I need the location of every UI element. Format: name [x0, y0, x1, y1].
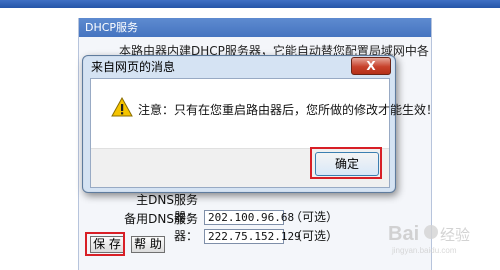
close-button[interactable]: X: [351, 57, 391, 75]
panel-title: DHCP服务: [79, 18, 431, 37]
save-highlight-box: [85, 232, 125, 256]
baidu-watermark: Bai 经验 jingyan.baidu.com: [386, 218, 498, 258]
help-button[interactable]: 帮 助: [131, 236, 165, 253]
svg-text:Bai: Bai: [388, 223, 419, 245]
dialog-message: 注意：只有在您重启路由器后，您所做的修改才能生效！: [138, 103, 439, 117]
secondary-dns-optional: （可选）: [290, 229, 339, 243]
dialog-title: 来自网页的消息: [91, 60, 176, 74]
svg-text:jingyan.baidu.com: jingyan.baidu.com: [391, 246, 457, 255]
svg-text:经验: 经验: [440, 227, 470, 244]
top-blue-bar: [0, 0, 500, 8]
message-dialog: 来自网页的消息 X 注意：只有在您重启路由器后，您所做的修改才能生效！ 确定: [82, 55, 438, 193]
ok-highlight-box: [310, 147, 382, 179]
warning-icon: [111, 96, 133, 120]
secondary-dns-input[interactable]: 222.75.152.129: [204, 229, 301, 244]
